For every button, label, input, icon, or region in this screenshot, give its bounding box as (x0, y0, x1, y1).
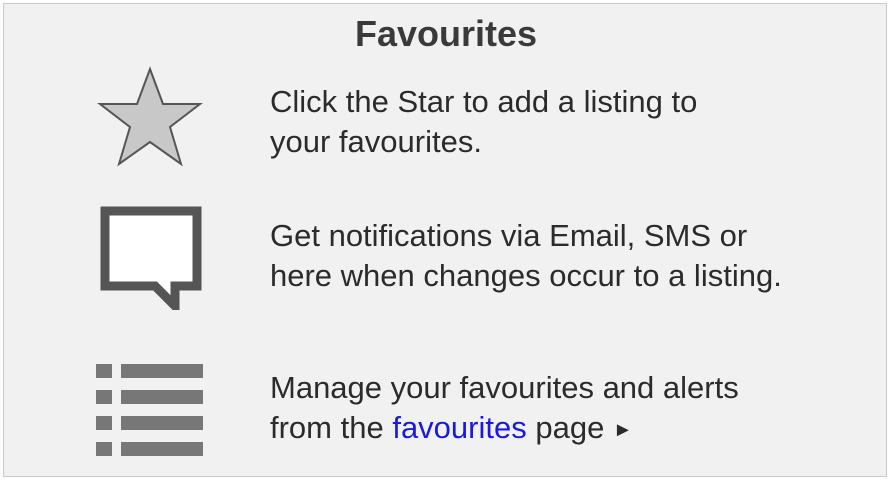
notifications-description-line2: here when changes occur to a listing. (270, 258, 782, 293)
favourites-item-manage: Manage your favourites and alerts from t… (4, 362, 888, 472)
notifications-description: Get notifications via Email, SMS or here… (270, 216, 782, 296)
favourites-item-star: Click the Star to add a listing to your … (4, 66, 888, 176)
favourites-panel: Favourites Click the Star to add a listi… (3, 3, 887, 477)
manage-line2-suffix: page (526, 410, 613, 445)
star-description-line2: your favourites. (270, 124, 482, 159)
panel-title: Favourites (354, 13, 538, 54)
star-icon (97, 66, 203, 167)
manage-description-line1: Manage your favourites and alerts (270, 370, 739, 405)
favourites-page-link[interactable]: favourites (392, 410, 526, 445)
manage-description: Manage your favourites and alerts from t… (270, 368, 739, 450)
manage-line2-prefix: from the (270, 410, 393, 445)
notifications-description-line1: Get notifications via Email, SMS or (270, 218, 748, 253)
arrow-right-icon: ► (612, 419, 633, 441)
star-description-line1: Click the Star to add a listing to (270, 84, 698, 119)
star-description: Click the Star to add a listing to your … (270, 82, 697, 162)
favourites-item-notifications: Get notifications via Email, SMS or here… (4, 206, 888, 316)
speech-bubble-icon (100, 206, 202, 310)
list-icon (96, 364, 203, 456)
manage-description-line2: from the favourites page ► (270, 408, 739, 450)
